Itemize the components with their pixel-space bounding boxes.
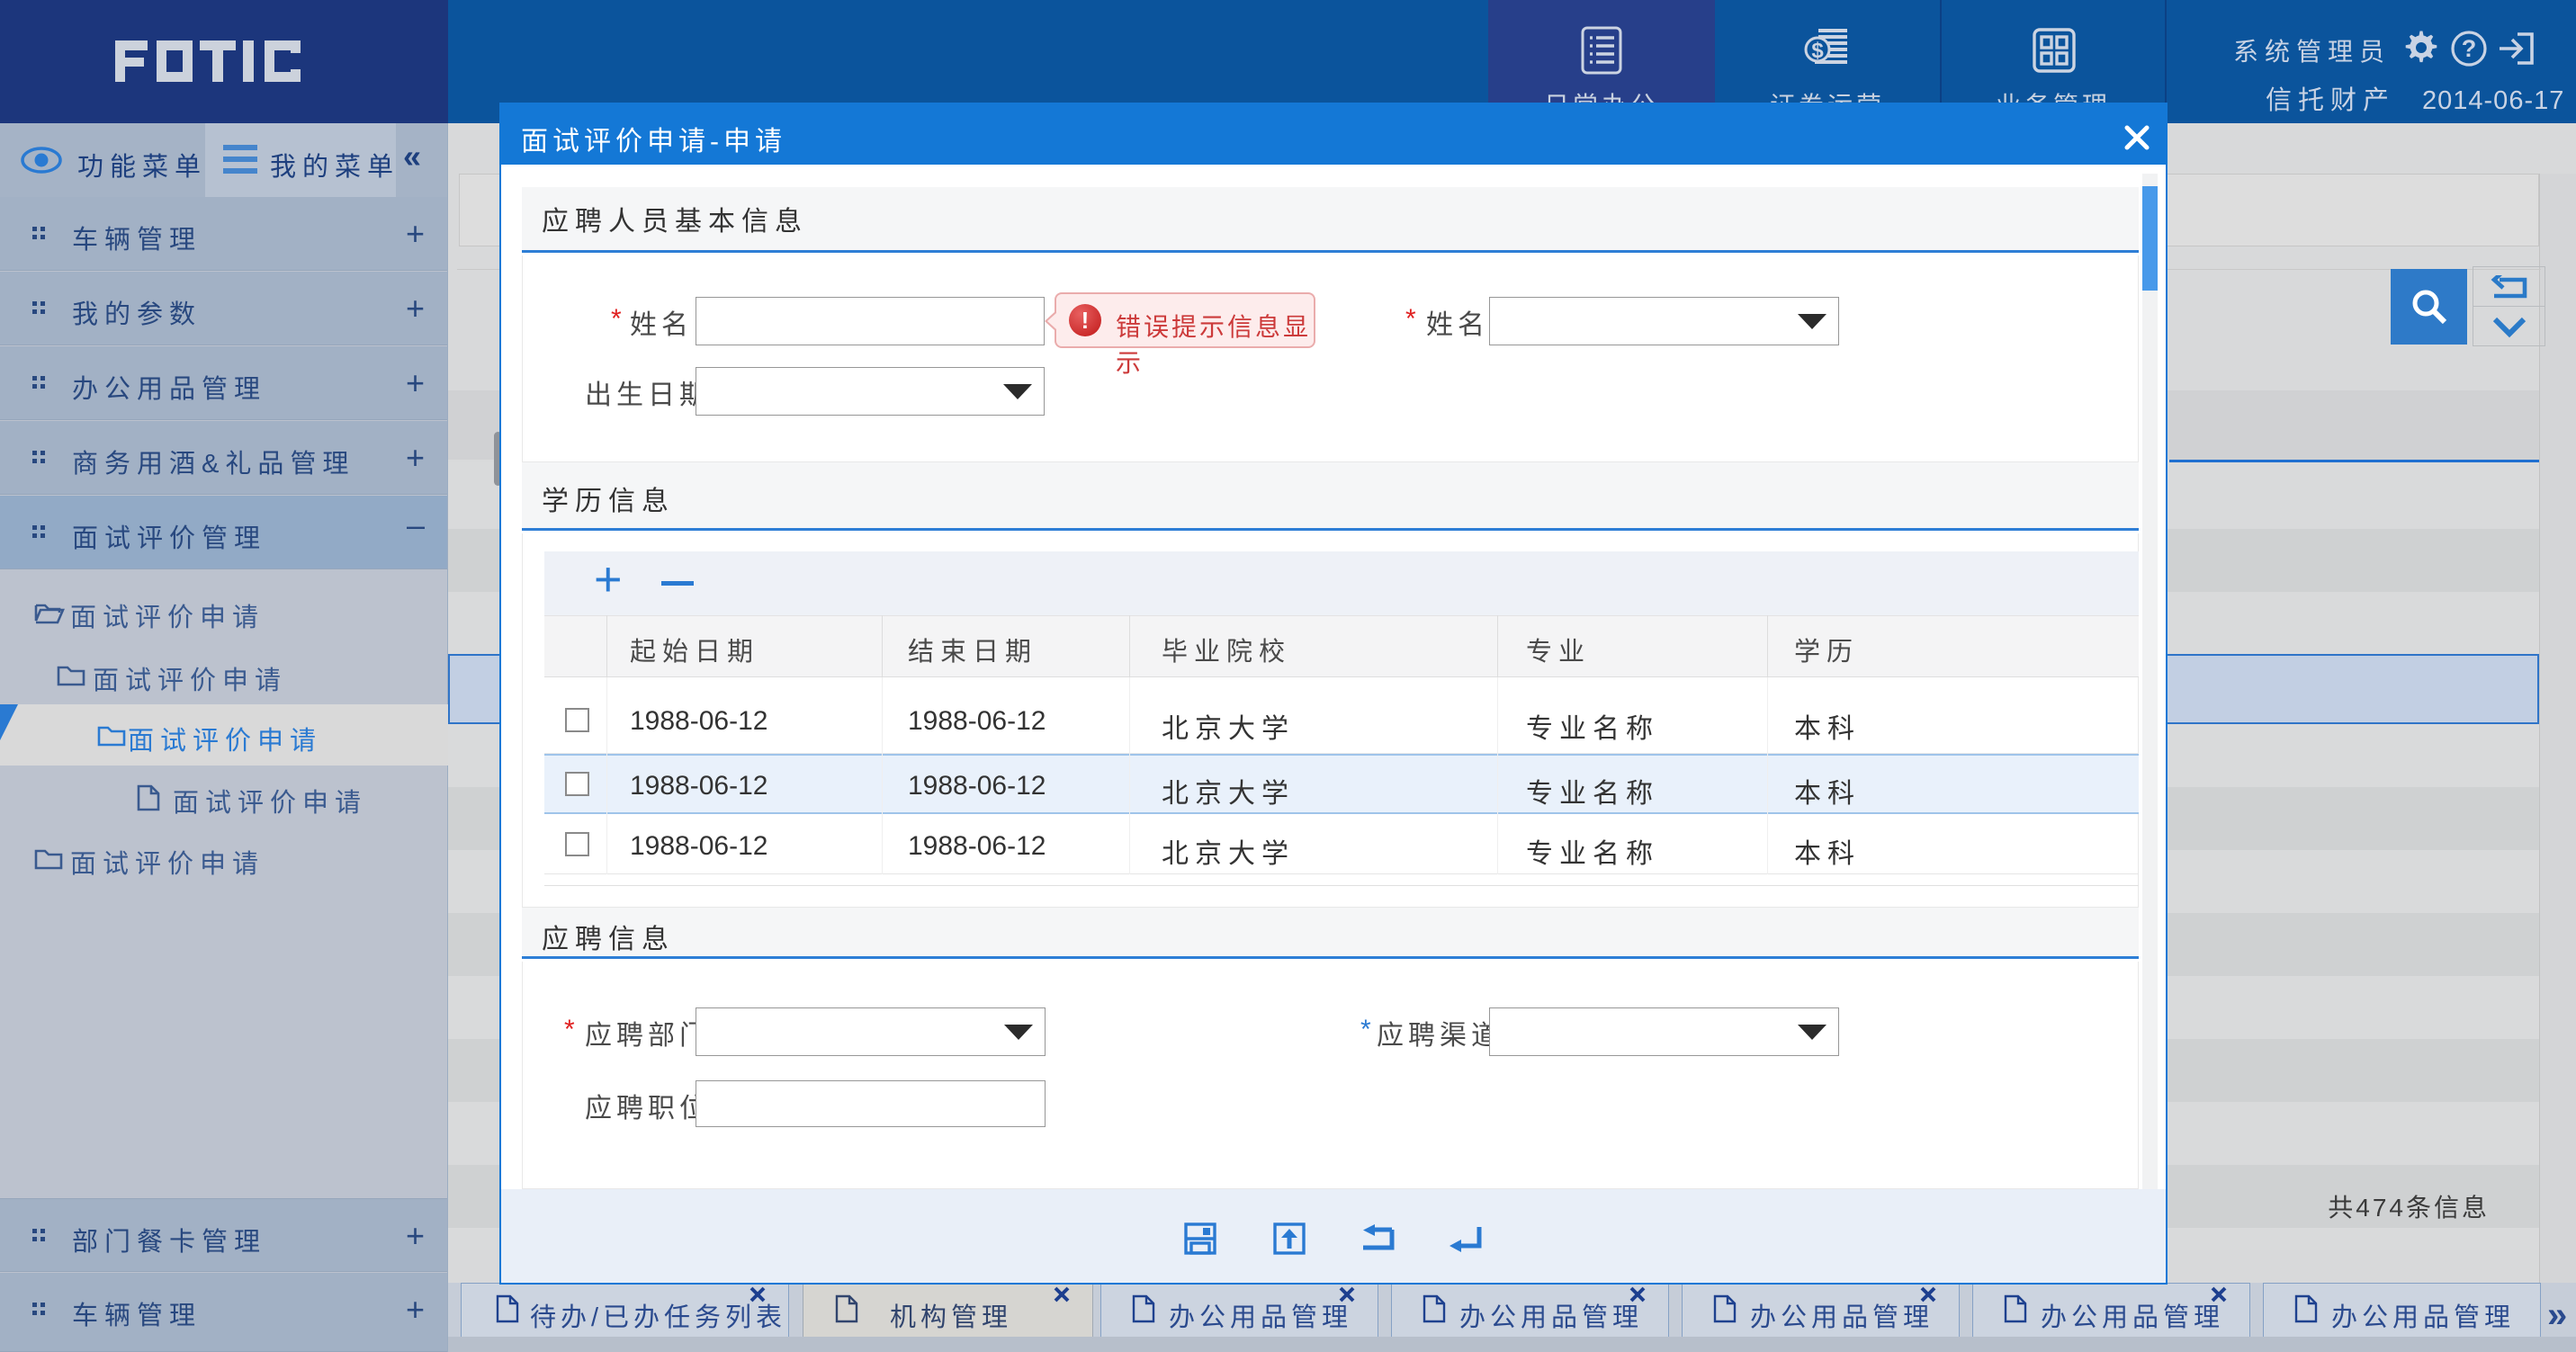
svg-text:$: $ [1811,39,1824,63]
svg-text:?: ? [2462,35,2477,62]
